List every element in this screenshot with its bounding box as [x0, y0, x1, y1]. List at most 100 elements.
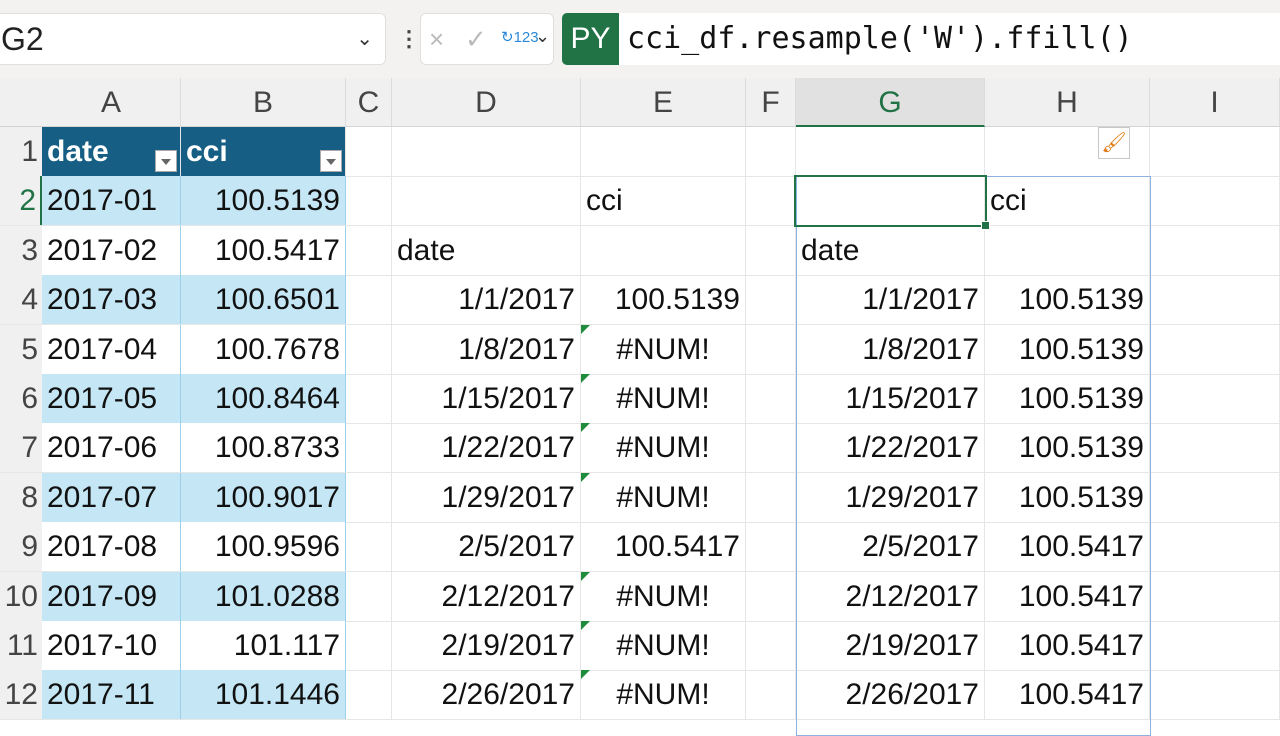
column-header-G[interactable]: G: [796, 78, 985, 127]
empty-cell[interactable]: [346, 374, 392, 423]
empty-cell[interactable]: [746, 423, 796, 473]
row-header[interactable]: 11: [0, 621, 42, 670]
output-value-cell[interactable]: #NUM!: [581, 324, 746, 374]
empty-cell[interactable]: [746, 522, 796, 572]
output-date-cell[interactable]: 1/15/2017: [392, 374, 581, 423]
row-header[interactable]: 10: [0, 571, 42, 621]
empty-cell[interactable]: [746, 324, 796, 374]
row-header[interactable]: 5: [0, 324, 42, 374]
table-cell-cci[interactable]: 100.5139: [181, 176, 346, 226]
table-cell-cci[interactable]: 100.8733: [181, 423, 346, 473]
table-cell-date[interactable]: 2017-07: [42, 472, 181, 522]
output-value-cell[interactable]: #NUM!: [581, 670, 746, 720]
table-cell-cci[interactable]: 100.8464: [181, 374, 346, 423]
empty-cell[interactable]: [346, 670, 392, 720]
table-cell-date[interactable]: 2017-05: [42, 374, 181, 423]
empty-cell[interactable]: [1150, 324, 1280, 374]
empty-cell[interactable]: [1150, 472, 1280, 522]
table-cell-cci[interactable]: 100.6501: [181, 275, 346, 325]
table-cell-date[interactable]: 2017-01: [42, 176, 181, 226]
empty-cell[interactable]: [746, 127, 796, 176]
empty-cell[interactable]: [1150, 621, 1280, 670]
column-header-A[interactable]: A: [42, 78, 181, 127]
output-date-cell[interactable]: 2/12/2017: [392, 571, 581, 621]
output-value-cell[interactable]: #NUM!: [581, 571, 746, 621]
table-cell-date[interactable]: 2017-08: [42, 522, 181, 572]
empty-cell[interactable]: [1150, 522, 1280, 572]
filter-dropdown-icon[interactable]: [320, 150, 342, 172]
table-cell-cci[interactable]: 100.9017: [181, 472, 346, 522]
column-header-H[interactable]: H: [985, 78, 1150, 127]
empty-cell[interactable]: [746, 571, 796, 621]
table-cell-cci[interactable]: 101.117: [181, 621, 346, 670]
chevron-down-icon[interactable]: ⌄: [356, 14, 373, 64]
column-header-B[interactable]: B: [181, 78, 346, 127]
empty-cell[interactable]: [1150, 176, 1280, 226]
output-date-cell[interactable]: 1/1/2017: [392, 275, 581, 325]
empty-cell[interactable]: [746, 275, 796, 325]
empty-cell[interactable]: [581, 127, 746, 176]
output-value-cell[interactable]: 100.5417: [581, 522, 746, 572]
output-date-cell[interactable]: 1/29/2017: [392, 472, 581, 522]
empty-cell[interactable]: [746, 670, 796, 720]
empty-cell[interactable]: [346, 571, 392, 621]
output-value-cell[interactable]: #NUM!: [581, 472, 746, 522]
table-cell-cci[interactable]: 100.5417: [181, 225, 346, 275]
output-column-header[interactable]: cci: [581, 176, 746, 226]
convert-to-values-icon[interactable]: ↻123: [501, 28, 539, 46]
column-header-D[interactable]: D: [392, 78, 581, 127]
chevron-down-icon[interactable]: ⌄: [535, 26, 550, 47]
enter-icon[interactable]: ✓: [465, 24, 487, 55]
empty-cell[interactable]: [1150, 374, 1280, 423]
data-cleanup-brush-icon[interactable]: 🖌: [1098, 127, 1130, 159]
output-value-cell[interactable]: 100.5139: [581, 275, 746, 325]
column-header-E[interactable]: E: [581, 78, 746, 127]
empty-cell[interactable]: [346, 472, 392, 522]
row-header[interactable]: 1: [0, 127, 42, 176]
empty-cell[interactable]: [346, 423, 392, 473]
output-date-cell[interactable]: 2/5/2017: [392, 522, 581, 572]
row-header[interactable]: 4: [0, 275, 42, 325]
empty-cell[interactable]: [1150, 225, 1280, 275]
row-header[interactable]: 8: [0, 472, 42, 522]
row-header[interactable]: 6: [0, 374, 42, 423]
table-header-cci[interactable]: cci: [181, 127, 346, 176]
empty-cell[interactable]: [346, 225, 392, 275]
empty-cell[interactable]: [746, 472, 796, 522]
table-cell-date[interactable]: 2017-03: [42, 275, 181, 325]
empty-cell[interactable]: [346, 275, 392, 325]
empty-cell[interactable]: [746, 374, 796, 423]
table-cell-cci[interactable]: 101.0288: [181, 571, 346, 621]
row-header[interactable]: 3: [0, 225, 42, 275]
table-cell-date[interactable]: 2017-06: [42, 423, 181, 473]
formula-input[interactable]: cci_df.resample('W').ffill(): [619, 13, 1280, 65]
name-box[interactable]: G2 ⌄: [0, 13, 386, 65]
column-header-C[interactable]: C: [346, 78, 392, 127]
empty-cell[interactable]: [392, 176, 581, 226]
output-date-cell[interactable]: 2/19/2017: [392, 621, 581, 670]
output-index-header[interactable]: date: [392, 225, 581, 275]
column-header-I[interactable]: I: [1150, 78, 1280, 127]
row-header[interactable]: 12: [0, 670, 42, 720]
more-options-icon[interactable]: ⋮: [398, 26, 420, 52]
empty-cell[interactable]: [346, 621, 392, 670]
row-header[interactable]: 7: [0, 423, 42, 473]
column-header-F[interactable]: F: [746, 78, 796, 127]
output-value-cell[interactable]: #NUM!: [581, 423, 746, 473]
table-cell-date[interactable]: 2017-02: [42, 225, 181, 275]
empty-cell[interactable]: [346, 522, 392, 572]
empty-cell[interactable]: [1150, 423, 1280, 473]
output-date-cell[interactable]: 2/26/2017: [392, 670, 581, 720]
empty-cell[interactable]: [346, 324, 392, 374]
table-cell-date[interactable]: 2017-11: [42, 670, 181, 720]
output-value-cell[interactable]: #NUM!: [581, 621, 746, 670]
output-value-cell[interactable]: #NUM!: [581, 374, 746, 423]
table-cell-cci[interactable]: 100.9596: [181, 522, 346, 572]
table-header-date[interactable]: date: [42, 127, 181, 176]
table-cell-cci[interactable]: 101.1446: [181, 670, 346, 720]
empty-cell[interactable]: [746, 621, 796, 670]
empty-cell[interactable]: [1150, 670, 1280, 720]
filter-dropdown-icon[interactable]: [155, 150, 177, 172]
empty-cell[interactable]: [746, 176, 796, 226]
row-header[interactable]: 2: [0, 176, 42, 226]
